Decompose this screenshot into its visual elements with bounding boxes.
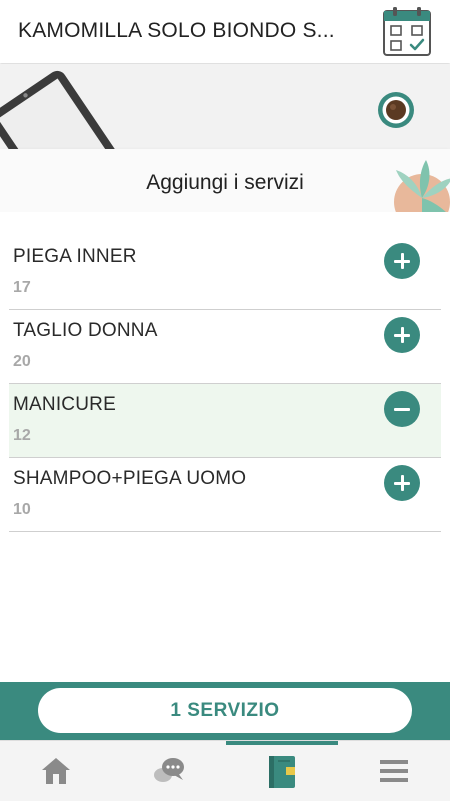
remove-service-button[interactable] (384, 391, 420, 427)
nav-agenda[interactable] (226, 741, 338, 801)
bottom-nav (0, 740, 450, 801)
add-service-button[interactable] (384, 317, 420, 353)
nav-menu[interactable] (338, 741, 450, 801)
hero-banner: Aggiungi i servizi (0, 64, 450, 212)
coffee-cup-icon (378, 92, 414, 128)
service-row-selected[interactable]: MANICURE 12 (9, 384, 441, 458)
service-duration: 17 (13, 279, 31, 296)
service-duration: 20 (13, 353, 31, 370)
service-name: PIEGA INNER (13, 246, 137, 267)
service-duration: 10 (13, 501, 31, 518)
menu-icon (380, 760, 408, 782)
selected-services-button[interactable]: 1 SERVIZIO (38, 688, 412, 733)
cart-bar: 1 SERVIZIO (0, 682, 450, 740)
service-row[interactable]: PIEGA INNER 17 (9, 236, 441, 310)
chat-icon (154, 758, 184, 782)
service-name: TAGLIO DONNA (13, 320, 158, 341)
nav-messages[interactable] (112, 741, 224, 801)
add-service-button[interactable] (384, 243, 420, 279)
service-row[interactable]: SHAMPOO+PIEGA UOMO 10 (9, 458, 441, 532)
page-title: Aggiungi i servizi (146, 171, 304, 194)
add-service-button[interactable] (384, 465, 420, 501)
service-duration: 12 (13, 427, 31, 444)
salon-title: KAMOMILLA SOLO BIONDO S... (18, 19, 335, 42)
nav-home[interactable] (0, 741, 112, 801)
agenda-book-icon (269, 756, 295, 788)
calendar-check-icon[interactable] (381, 6, 433, 58)
top-app-bar: KAMOMILLA SOLO BIONDO S... (0, 0, 450, 63)
service-list: PIEGA INNER 17 TAGLIO DONNA 20 MANICURE … (9, 236, 441, 532)
home-icon (42, 758, 70, 784)
service-name: SHAMPOO+PIEGA UOMO (13, 468, 247, 489)
service-name: MANICURE (13, 394, 116, 415)
service-row[interactable]: TAGLIO DONNA 20 (9, 310, 441, 384)
